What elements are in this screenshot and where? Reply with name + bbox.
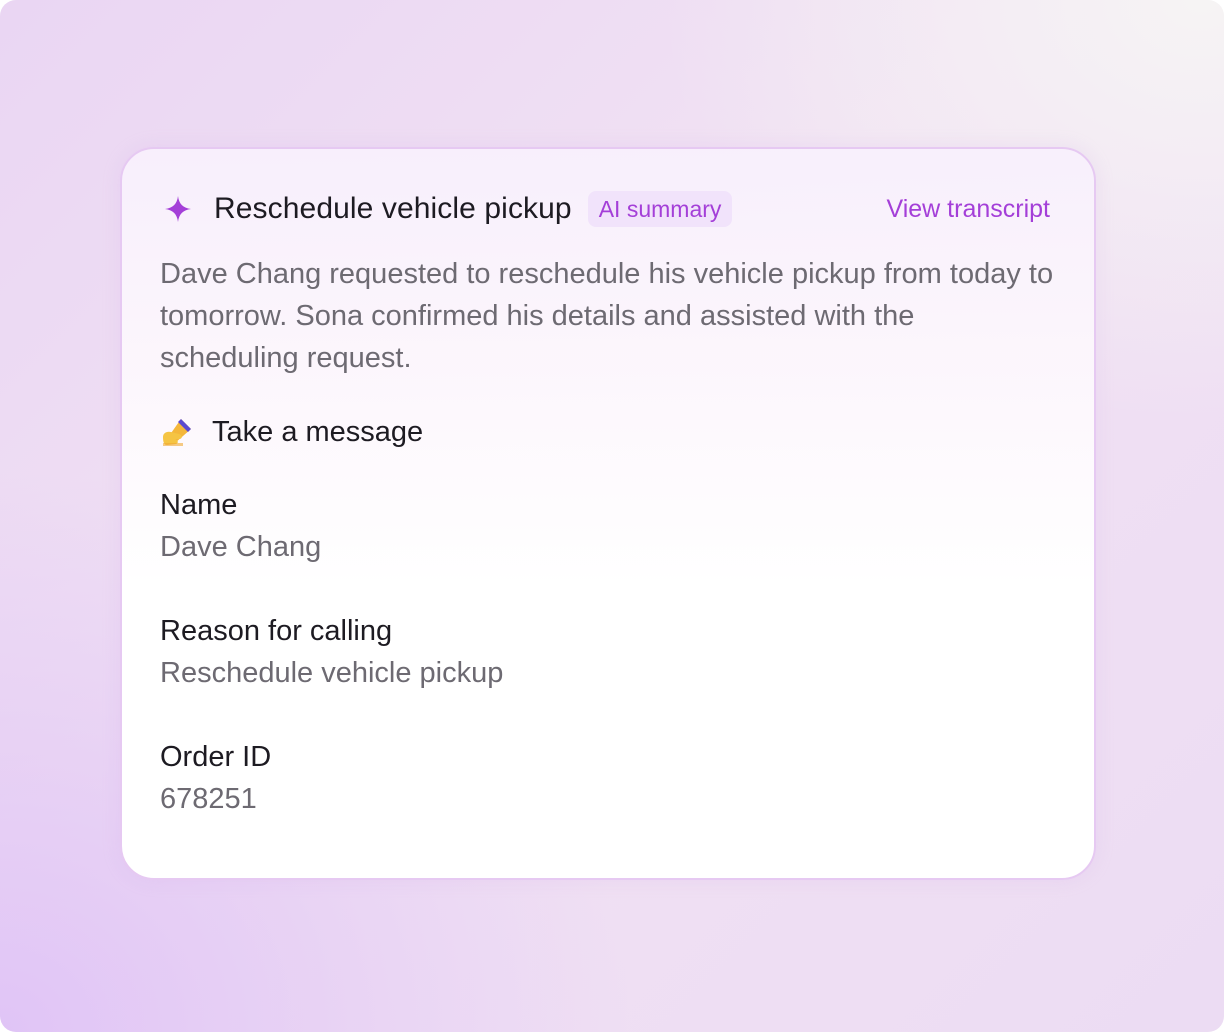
field-label: Name <box>160 489 238 521</box>
field-label: Reason for calling <box>160 615 393 647</box>
sparkle-icon <box>164 195 192 223</box>
field-label: Order ID <box>160 741 272 773</box>
field-order-id: Order ID 678251 <box>160 736 960 820</box>
take-message-section: Take a message <box>160 411 423 453</box>
card-title: Reschedule vehicle pickup <box>214 192 572 225</box>
field-value: Dave Chang <box>160 531 322 563</box>
call-summary-card: Reschedule vehicle pickup AI summary Vie… <box>120 147 1096 880</box>
field-value: 678251 <box>160 783 257 815</box>
field-reason: Reason for calling Reschedule vehicle pi… <box>160 610 960 694</box>
field-name: Name Dave Chang <box>160 484 960 568</box>
writing-hand-icon <box>160 416 196 448</box>
background: Reschedule vehicle pickup AI summary Vie… <box>0 0 1224 1032</box>
ai-summary-badge: AI summary <box>587 191 733 227</box>
summary-text: Dave Chang requested to reschedule his v… <box>160 258 1054 374</box>
field-value: Reschedule vehicle pickup <box>160 657 504 689</box>
view-transcript-link[interactable]: View transcript <box>887 195 1051 224</box>
card-header: Reschedule vehicle pickup AI summary Vie… <box>162 189 1050 229</box>
section-title: Take a message <box>212 415 424 448</box>
